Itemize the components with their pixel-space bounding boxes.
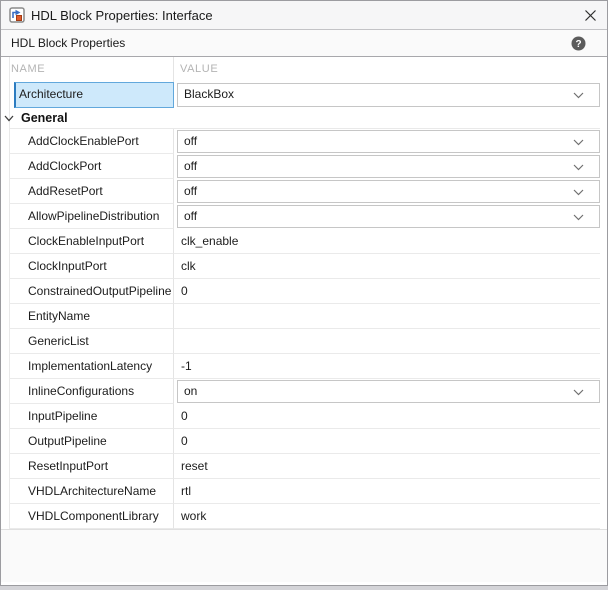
help-button[interactable]: ? [571, 36, 586, 51]
property-name: ClockEnableInputPort [9, 229, 174, 254]
hdl-block-properties-dialog: HDL Block Properties: Interface HDL Bloc… [0, 0, 608, 586]
value-text-field[interactable]: clk [174, 254, 600, 279]
property-row-GenericList[interactable]: GenericList [9, 329, 600, 354]
value-text-field[interactable] [174, 304, 600, 329]
property-row-architecture[interactable]: Architecture BlackBox [9, 82, 600, 108]
dropdown-value: off [184, 184, 197, 198]
chevron-down-icon [573, 389, 584, 396]
dropdown-value: off [184, 159, 197, 173]
value-text-field[interactable]: clk_enable [174, 229, 600, 254]
toolbar: HDL Block Properties ? [1, 30, 607, 57]
property-name: ResetInputPort [9, 454, 174, 479]
chevron-down-icon [573, 92, 584, 99]
value-dropdown[interactable]: off [177, 155, 600, 178]
property-name: VHDLComponentLibrary [9, 504, 174, 529]
property-row-ResetInputPort[interactable]: ResetInputPortreset [9, 454, 600, 479]
property-name: AddClockEnablePort [9, 129, 174, 154]
property-row-EntityName[interactable]: EntityName [9, 304, 600, 329]
property-value-cell: on [174, 379, 600, 404]
chevron-down-icon [573, 139, 584, 146]
value-dropdown[interactable]: off [177, 180, 600, 203]
property-name-cell: Architecture [9, 82, 174, 108]
chevron-down-icon [573, 214, 584, 221]
property-name: InlineConfigurations [9, 379, 174, 404]
svg-text:?: ? [575, 39, 581, 50]
table-header-row: NAME VALUE [9, 57, 600, 82]
value-text-field[interactable]: work [174, 504, 600, 529]
architecture-dropdown[interactable]: BlackBox [177, 83, 600, 107]
property-row-VHDLComponentLibrary[interactable]: VHDLComponentLibrarywork [9, 504, 600, 529]
property-name: ClockInputPort [9, 254, 174, 279]
property-name: VHDLArchitectureName [9, 479, 174, 504]
properties-table: NAME VALUE Architecture BlackBox [1, 57, 607, 582]
value-text-field[interactable]: 0 [174, 429, 600, 454]
dropdown-value: off [184, 134, 197, 148]
section-header-general[interactable]: General [9, 108, 600, 129]
help-icon: ? [571, 36, 586, 51]
selected-property-name[interactable]: Architecture [14, 82, 174, 108]
property-row-ClockEnableInputPort[interactable]: ClockEnableInputPortclk_enable [9, 229, 600, 254]
column-header-name: NAME [9, 57, 174, 82]
property-row-ConstrainedOutputPipeline[interactable]: ConstrainedOutputPipeline0 [9, 279, 600, 304]
property-value-cell: off [174, 129, 600, 154]
value-dropdown[interactable]: off [177, 205, 600, 228]
title-bar[interactable]: HDL Block Properties: Interface [1, 1, 607, 30]
property-row-OutputPipeline[interactable]: OutputPipeline0 [9, 429, 600, 454]
property-name: OutputPipeline [9, 429, 174, 454]
chevron-down-icon [573, 189, 584, 196]
property-name: GenericList [9, 329, 174, 354]
section-label: General [21, 111, 68, 125]
hdl-block-icon [9, 7, 25, 23]
dropdown-value: off [184, 209, 197, 223]
property-name: ConstrainedOutputPipeline [9, 279, 174, 304]
close-button[interactable] [573, 1, 607, 30]
value-dropdown[interactable]: off [177, 130, 600, 153]
property-row-InlineConfigurations[interactable]: InlineConfigurations on [9, 379, 600, 404]
property-name: AllowPipelineDistribution [9, 204, 174, 229]
property-name: ImplementationLatency [9, 354, 174, 379]
property-value-cell: off [174, 179, 600, 204]
dropdown-value: BlackBox [184, 87, 234, 101]
property-name: AddResetPort [9, 179, 174, 204]
property-value-cell: off [174, 154, 600, 179]
property-row-AddResetPort[interactable]: AddResetPort off [9, 179, 600, 204]
value-text-field[interactable]: -1 [174, 354, 600, 379]
value-text-field[interactable]: 0 [174, 279, 600, 304]
property-row-AllowPipelineDistribution[interactable]: AllowPipelineDistribution off [9, 204, 600, 229]
value-text-field[interactable]: reset [174, 454, 600, 479]
dropdown-value: on [184, 384, 197, 398]
property-row-AddClockEnablePort[interactable]: AddClockEnablePort off [9, 129, 600, 154]
property-row-InputPipeline[interactable]: InputPipeline0 [9, 404, 600, 429]
chevron-down-icon [573, 164, 584, 171]
property-value-cell: BlackBox [174, 82, 600, 108]
value-text-field[interactable] [174, 329, 600, 354]
value-text-field[interactable]: rtl [174, 479, 600, 504]
property-name: EntityName [9, 304, 174, 329]
toolbar-title: HDL Block Properties [11, 36, 125, 50]
property-name: AddClockPort [9, 154, 174, 179]
property-rows-container: AddClockEnablePortoffAddClockPortoffAddR… [1, 129, 607, 529]
empty-area [1, 529, 607, 582]
value-text-field[interactable]: 0 [174, 404, 600, 429]
property-row-ClockInputPort[interactable]: ClockInputPortclk [9, 254, 600, 279]
column-header-value: VALUE [174, 57, 600, 82]
property-row-VHDLArchitectureName[interactable]: VHDLArchitectureNamertl [9, 479, 600, 504]
value-dropdown[interactable]: on [177, 380, 600, 403]
window-title: HDL Block Properties: Interface [31, 8, 213, 23]
property-row-ImplementationLatency[interactable]: ImplementationLatency-1 [9, 354, 600, 379]
close-icon [584, 9, 597, 22]
property-value-cell: off [174, 204, 600, 229]
property-row-AddClockPort[interactable]: AddClockPort off [9, 154, 600, 179]
property-name: InputPipeline [9, 404, 174, 429]
chevron-down-icon[interactable] [4, 115, 14, 122]
